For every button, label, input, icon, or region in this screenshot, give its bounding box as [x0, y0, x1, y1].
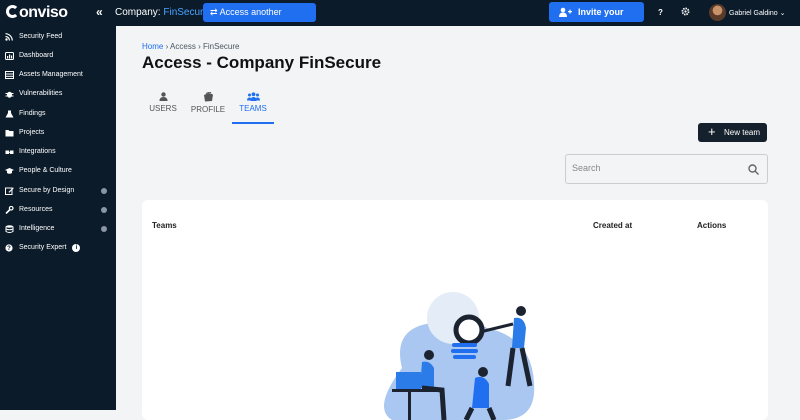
page-title: Access - Company FinSecure — [142, 53, 382, 72]
wrench-icon — [5, 206, 14, 214]
plus-icon: + — [708, 124, 716, 139]
search-input[interactable] — [572, 163, 742, 173]
user-name: Gabriel Galdino — [729, 10, 778, 17]
pencil-icon — [5, 187, 14, 195]
sidebar-item-vulnerabilities[interactable]: Vulnerabilities — [5, 86, 113, 102]
sidebar-item-label: Secure by Design — [19, 187, 75, 194]
sidebar-item-resources[interactable]: Resources — [5, 202, 113, 218]
folder-icon — [5, 130, 14, 137]
gear-icon[interactable] — [681, 7, 690, 16]
sidebar-item-secure-by-design[interactable]: Secure by Design — [5, 183, 113, 199]
new-team-label: New team — [724, 128, 761, 137]
question-icon: ? — [5, 244, 13, 252]
new-team-button[interactable]: + New team — [698, 123, 767, 142]
sidebar-item-findings[interactable]: Findings — [5, 106, 113, 122]
assets-icon — [5, 71, 14, 79]
sidebar-item-label: People & Culture — [19, 167, 72, 174]
search-icon[interactable] — [748, 164, 759, 175]
sidebar-item-label: Intelligence — [19, 225, 55, 232]
tab-users[interactable]: USERS — [148, 92, 178, 124]
sidebar-item-label: Projects — [19, 129, 45, 136]
tab-label: PROFILE — [190, 105, 226, 114]
swap-icon: ⇄ — [210, 7, 218, 17]
main-content: Home › Access › FinSecure Access - Compa… — [116, 26, 800, 420]
conviso-logo[interactable]: onviso — [6, 4, 68, 22]
sidebar-item-projects[interactable]: Projects — [5, 125, 113, 141]
tab-label: TEAMS — [239, 104, 267, 113]
team-icon — [246, 92, 260, 101]
add-user-icon — [559, 7, 572, 17]
avatar[interactable] — [709, 4, 726, 21]
tab-profile[interactable]: PROFILE — [190, 92, 226, 124]
sidebar-item-label: Security Feed — [19, 33, 63, 40]
sidebar-item-assets-management[interactable]: Assets Management — [5, 67, 113, 83]
svg-text:?: ? — [7, 246, 11, 252]
sidebar-item-label: Findings — [19, 110, 46, 117]
sidebar-item-people-culture[interactable]: People & Culture — [5, 163, 113, 179]
breadcrumb-home[interactable]: Home — [142, 42, 163, 51]
breadcrumb-access[interactable]: Access — [170, 42, 196, 51]
profile-stack-icon — [203, 92, 213, 102]
bug-icon — [5, 91, 14, 98]
breadcrumb: Home › Access › FinSecure — [142, 42, 239, 51]
empty-state-illustration — [384, 292, 535, 420]
sidebar-item-integrations[interactable]: Integrations — [5, 144, 113, 160]
logo-ring-icon — [6, 5, 19, 18]
collapse-sidebar-icon[interactable]: « — [96, 5, 103, 19]
graduation-cap-icon — [5, 168, 14, 174]
user-icon — [159, 92, 167, 101]
user-menu[interactable]: Gabriel Galdino ⌄ — [729, 9, 785, 17]
access-another-company-button[interactable]: ⇄ Access another company — [203, 3, 316, 36]
company-label: Company: — [115, 7, 161, 18]
sidebar-item-label: Security Expert — [19, 244, 67, 251]
expand-icon[interactable] — [101, 207, 107, 213]
company-indicator: Company: FinSecure — [115, 7, 209, 18]
expand-icon[interactable] — [101, 226, 107, 232]
sidebar-item-security-feed[interactable]: Security Feed — [5, 29, 113, 45]
flask-icon — [5, 110, 14, 118]
info-icon[interactable]: i — [72, 244, 81, 252]
sidebar: Security Feed Dashboard Assets Managemen… — [0, 26, 116, 410]
teams-table: Teams Created at Actions — [142, 200, 768, 420]
database-icon — [5, 225, 14, 233]
tab-teams[interactable]: TEAMS — [232, 92, 274, 124]
column-header-actions: Actions — [697, 221, 727, 230]
breadcrumb-company: FinSecure — [202, 42, 240, 51]
column-header-teams[interactable]: Teams — [152, 221, 177, 230]
help-icon[interactable]: ? — [658, 8, 663, 17]
breadcrumb-separator: › — [198, 42, 201, 51]
search-box — [565, 154, 768, 184]
sidebar-item-label: Vulnerabilities — [19, 90, 63, 97]
sidebar-item-label: Assets Management — [19, 71, 83, 78]
sidebar-item-security-expert[interactable]: ? Security Expert i — [5, 240, 113, 256]
sidebar-item-label: Dashboard — [19, 52, 54, 59]
sidebar-item-label: Integrations — [19, 148, 56, 155]
dashboard-icon — [5, 52, 14, 60]
tab-label: USERS — [149, 104, 177, 113]
column-header-created-at[interactable]: Created at — [593, 221, 632, 230]
sidebar-item-dashboard[interactable]: Dashboard — [5, 48, 113, 64]
integration-icon — [5, 150, 14, 154]
rss-icon — [5, 33, 13, 41]
expand-icon[interactable] — [101, 188, 107, 194]
top-bar: onviso « Company: FinSecure ⇄ Access ano… — [0, 0, 800, 37]
chevron-down-icon: ⌄ — [779, 10, 786, 17]
invite-team-button[interactable]: Invite your team — [549, 2, 644, 37]
sidebar-item-intelligence[interactable]: Intelligence — [5, 221, 113, 237]
logo-text: onviso — [19, 4, 68, 21]
sidebar-item-label: Resources — [19, 206, 53, 213]
breadcrumb-separator: › — [165, 42, 169, 51]
